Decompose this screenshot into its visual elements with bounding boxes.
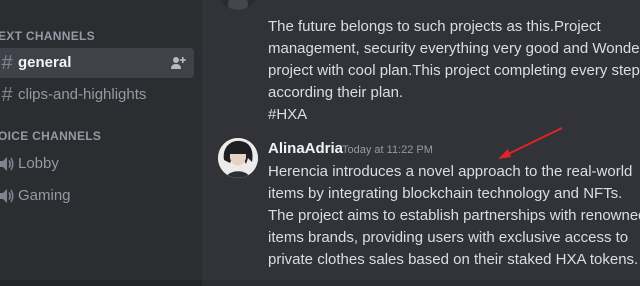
- channel-label: general: [18, 54, 72, 71]
- add-member-icon[interactable]: [170, 55, 186, 71]
- hash-icon: #: [1, 84, 13, 106]
- message-timestamp: Today at 11:22 PM: [342, 144, 433, 156]
- category-text-channels[interactable]: EXT CHANNELS: [0, 29, 95, 43]
- channel-label: Gaming: [18, 187, 71, 204]
- message-author-clipped: [268, 0, 272, 6]
- hash-icon: #: [1, 52, 13, 74]
- speaker-icon: [0, 157, 14, 171]
- message-line: items by integrating blockchain technolo…: [268, 185, 623, 202]
- message-line: The future belongs to such projects as t…: [268, 18, 601, 35]
- annotation-arrow-icon: [498, 127, 563, 159]
- message-line: project with cool plan.This project comp…: [268, 62, 640, 79]
- avatar[interactable]: [218, 0, 258, 10]
- category-voice-channels[interactable]: OICE CHANNELS: [0, 129, 101, 143]
- speaker-icon: [0, 189, 14, 203]
- composer-edge: [202, 280, 640, 286]
- avatar[interactable]: [218, 138, 258, 178]
- message-line: #HXA: [268, 106, 308, 123]
- voice-channel-gaming[interactable]: Gaming: [0, 181, 194, 211]
- message-line: The project aims to establish partnershi…: [268, 207, 640, 224]
- chat-area: The future belongs to such projects as t…: [202, 0, 640, 286]
- voice-channel-lobby[interactable]: Lobby: [0, 149, 194, 179]
- message-line: private clothes sales based on their sta…: [268, 251, 639, 268]
- message-line: according their plan.: [268, 84, 404, 101]
- message-line: items brands, providing users with exclu…: [268, 229, 629, 246]
- user-panel-edge: [0, 280, 202, 286]
- channel-general[interactable]: # general: [0, 48, 194, 78]
- channel-label: clips-and-highlights: [18, 86, 147, 103]
- channel-label: Lobby: [18, 155, 59, 172]
- message-line: Herencia introduces a novel approach to …: [268, 163, 633, 180]
- discord-window: EXT CHANNELS # general # clips-and-highl…: [0, 0, 640, 286]
- message-author[interactable]: AlinaAdria: [268, 139, 343, 159]
- message-line: management, security everything very goo…: [268, 40, 640, 57]
- channel-sidebar: EXT CHANNELS # general # clips-and-highl…: [0, 0, 202, 286]
- channel-clips-and-highlights[interactable]: # clips-and-highlights: [0, 80, 194, 110]
